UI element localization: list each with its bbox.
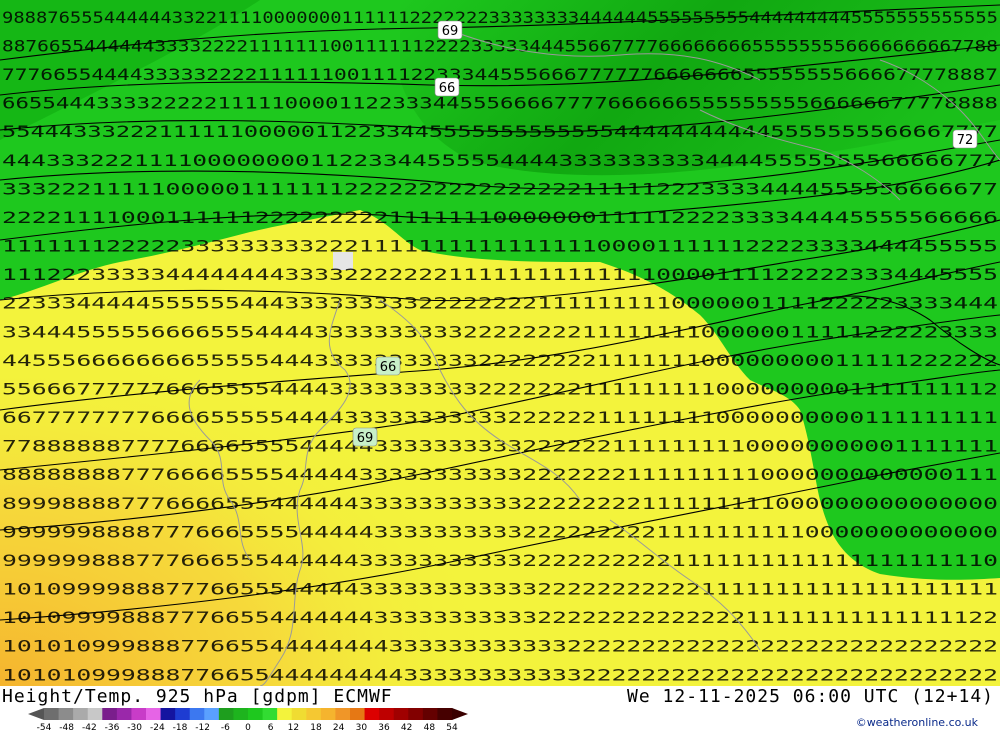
scale-tick-label: 36 — [378, 723, 390, 733]
svg-text:66: 66 — [439, 81, 456, 96]
digit-row: 5566677777766655554444333333333322222221… — [2, 379, 998, 398]
scale-swatch — [291, 708, 307, 720]
digit-row: 6677777777666655555444433333333333222222… — [2, 408, 998, 427]
scale-tick-label: -48 — [59, 723, 75, 733]
scale-tick-label: -30 — [127, 723, 143, 733]
contour-label: 66 — [434, 77, 460, 97]
scale-swatch — [364, 708, 380, 720]
digit-row: 9999998888777666555544444333333333322222… — [2, 522, 998, 541]
scale-tick-label: 0 — [245, 723, 251, 733]
svg-text:72: 72 — [957, 133, 974, 148]
scale-swatch — [189, 708, 205, 720]
contour-label: 72 — [952, 129, 978, 149]
scale-swatch — [437, 708, 453, 720]
scale-tick-label: 42 — [400, 723, 413, 733]
digit-row: 1010999988877766554444444333333333332222… — [2, 608, 998, 627]
scale-swatch — [350, 708, 366, 720]
digit-row: 6655444333322222111110000112233344555666… — [2, 94, 998, 113]
scale-swatch — [102, 708, 118, 720]
scale-tick-label: 24 — [332, 723, 345, 733]
digit-row: 1112223333344444444333322222221111111111… — [2, 265, 998, 284]
scale-swatch — [277, 708, 293, 720]
digit-row: 9999998887776665554444443333333333322222… — [2, 551, 998, 570]
scale-swatch — [248, 708, 264, 720]
scale-tick-label: -18 — [172, 723, 188, 733]
scale-swatch — [218, 708, 234, 720]
digit-row: 7776655444433333222211111100111122333445… — [2, 65, 998, 84]
digit-row: 9888765554444443322111100000001111112222… — [2, 8, 998, 27]
scale-swatch — [233, 708, 249, 720]
scale-swatch — [175, 708, 191, 720]
scale-swatch — [160, 708, 176, 720]
scale-tick-label: -36 — [104, 723, 120, 733]
scale-tick-label: 12 — [287, 723, 300, 733]
scale-swatch — [408, 708, 424, 720]
scale-arrow-left — [28, 708, 44, 720]
scale-arrow-right — [452, 708, 468, 720]
scale-tick-label: -6 — [220, 723, 230, 733]
digit-row: 1010999988877766555444443333333333332222… — [2, 580, 998, 599]
digit-row: 3344455555666655544443333333333222222221… — [2, 322, 998, 341]
scale-swatch — [58, 708, 74, 720]
map-canvas: 9888765554444443322111100000001111112222… — [0, 0, 1000, 686]
scale-tick-label: 30 — [355, 723, 368, 733]
weather-map: 9888765554444443322111100000001111112222… — [0, 0, 1000, 686]
digit-row: 4443332221111000000001122334455555444433… — [2, 151, 998, 170]
scale-swatch — [73, 708, 89, 720]
scale-swatch — [422, 708, 438, 720]
scale-swatch — [146, 708, 162, 720]
map-valid-time: We 12-11-2025 06:00 UTC (12+14) — [627, 686, 994, 707]
digit-row: 1010109998887766554444444433333333333322… — [2, 637, 998, 656]
digit-row: 3332221111100000111111122222222222222221… — [2, 179, 998, 198]
contour-label: 69 — [437, 20, 463, 40]
color-scale-labels: -54 -48 -42 -36 -30 -24 -18 -12 -6 0 6 12 18 24 30 36 42… — [30, 723, 470, 733]
scale-swatch — [87, 708, 103, 720]
scale-tick-label: -54 — [36, 723, 52, 733]
scale-tick-label: 54 — [446, 723, 458, 733]
scale-swatch — [262, 708, 278, 720]
contour-label: 66 — [375, 356, 401, 376]
map-title: Height/Temp. 925 hPa [gdpm] ECMWF — [2, 686, 393, 707]
contour-label: 69 — [352, 427, 378, 447]
svg-text:69: 69 — [442, 24, 459, 39]
map-footer: Height/Temp. 925 hPa [gdpm] ECMWF We 12-… — [0, 686, 1000, 733]
digit-row: 4455566666666555554443333333333322222222… — [2, 351, 998, 370]
scale-tick-label: -24 — [149, 723, 165, 733]
scale-swatch — [335, 708, 351, 720]
scale-tick-label: 18 — [310, 723, 322, 733]
scale-swatch — [306, 708, 322, 720]
scale-swatch — [131, 708, 147, 720]
scale-tick-label: -42 — [81, 723, 97, 733]
scale-tick-label: -12 — [195, 723, 211, 733]
scale-swatch — [320, 708, 336, 720]
scale-tick-label: 48 — [423, 723, 436, 733]
scale-swatch — [116, 708, 132, 720]
scale-tick-label: 6 — [267, 723, 274, 733]
scale-swatch — [393, 708, 409, 720]
digit-row: 8999888877766665554444443333333333322222… — [2, 494, 998, 513]
digit-row: 2222111100011111122222222211111110000000… — [2, 208, 998, 227]
scale-swatch — [44, 708, 60, 720]
scale-swatch — [379, 708, 395, 720]
color-scale-bar — [28, 708, 468, 720]
digit-row: 1010109998887766554444444443333333333332… — [2, 665, 998, 684]
svg-text:69: 69 — [357, 431, 374, 446]
svg-text:66: 66 — [380, 360, 397, 375]
credit-link[interactable]: ©weatheronline.co.uk — [856, 716, 978, 729]
scale-swatch — [204, 708, 220, 720]
